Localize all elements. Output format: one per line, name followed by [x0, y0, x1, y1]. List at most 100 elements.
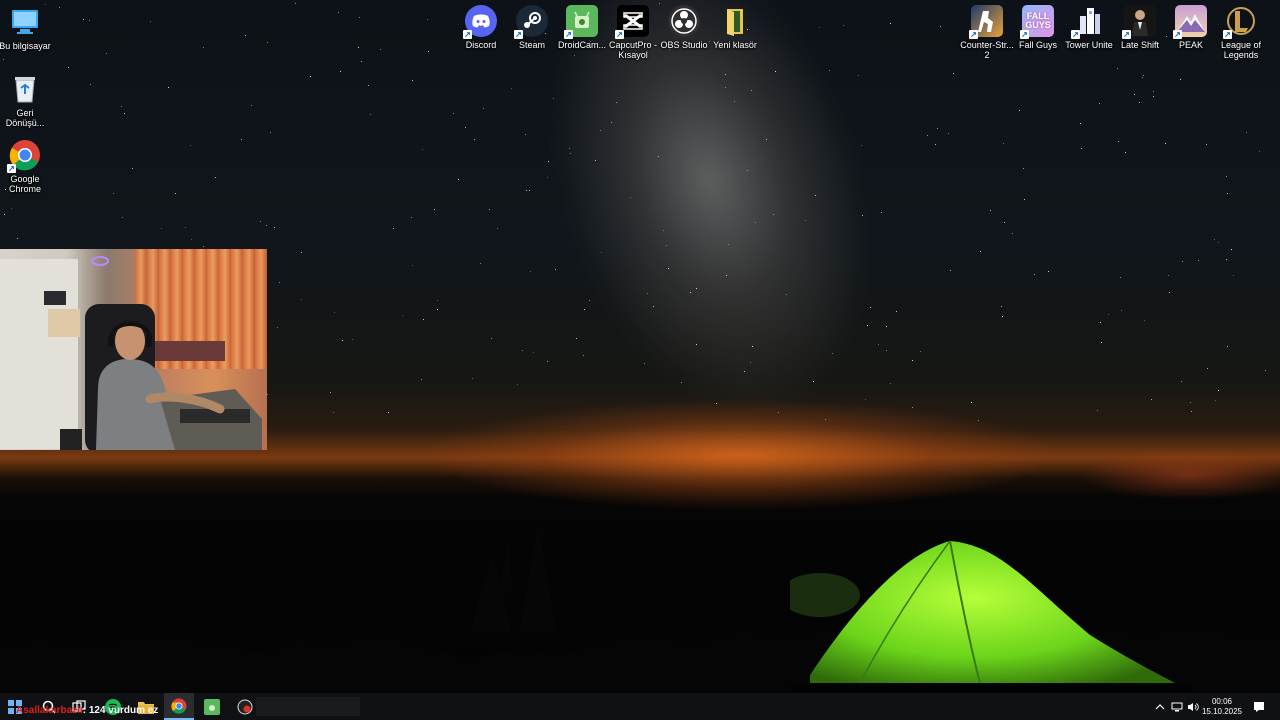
capcut-icon: ↗ — [615, 5, 649, 39]
clock[interactable]: 00:06 15.10.2025 — [1201, 693, 1243, 720]
star — [380, 49, 381, 50]
desktop-icon-label: CapcutPro - Kısayol — [608, 40, 658, 60]
star — [1099, 103, 1100, 104]
star — [1246, 132, 1247, 133]
star — [1215, 400, 1216, 401]
star — [4, 214, 5, 215]
desktop-icon-label: Steam — [518, 40, 545, 50]
folder-icon — [719, 5, 751, 37]
notifications-button[interactable] — [1248, 693, 1270, 720]
desktop-icon-label: Discord — [465, 40, 497, 50]
google-chrome-icon: ↗ — [7, 139, 41, 173]
shortcut-arrow-icon: ↗ — [1020, 30, 1029, 39]
star — [819, 27, 820, 28]
star — [368, 85, 369, 86]
star — [1168, 275, 1169, 276]
star — [725, 74, 726, 75]
taskbar-blank-window[interactable] — [256, 697, 360, 716]
milky-way — [493, 0, 927, 455]
star — [937, 128, 938, 129]
desktop-icon-obs-studio[interactable]: OBS Studio — [657, 5, 711, 50]
shortcut-arrow-icon: ↗ — [564, 30, 573, 39]
star — [45, 4, 46, 5]
desktop-icon-league-of-legends[interactable]: ↗ League of Legends — [1214, 5, 1268, 60]
star — [434, 209, 435, 210]
desktop-icon-steam[interactable]: ↗ Steam — [505, 5, 559, 50]
desktop-icon-this-pc[interactable]: Bu bilgisayar — [0, 6, 52, 51]
star — [427, 19, 428, 20]
tent — [790, 540, 1190, 693]
star — [185, 227, 186, 228]
star — [1004, 222, 1005, 223]
star — [333, 412, 334, 413]
star — [886, 350, 887, 351]
star — [270, 132, 271, 133]
star — [1180, 79, 1181, 80]
star — [1097, 410, 1098, 411]
star — [611, 122, 612, 123]
shortcut-arrow-icon: ↗ — [7, 164, 16, 173]
star — [251, 105, 252, 106]
desktop-icon-counter-strike[interactable]: ↗ Counter-Str... 2 — [960, 5, 1014, 60]
star — [241, 139, 242, 140]
desktop-icon-discord[interactable]: ↗ Discord — [454, 5, 508, 50]
desktop-icon-google-chrome[interactable]: ↗ Google Chrome — [0, 139, 52, 194]
desktop-icon-droidcam[interactable]: ↗ DroidCam... — [555, 5, 609, 50]
star — [83, 19, 84, 20]
star — [11, 208, 12, 209]
star — [1165, 143, 1166, 144]
star — [330, 392, 331, 393]
star — [600, 130, 601, 131]
taskbar-chrome[interactable] — [164, 693, 194, 720]
star — [583, 355, 584, 356]
star — [570, 153, 571, 154]
desktop-icon-tower-unite[interactable]: ↗ Tower Unite — [1062, 5, 1116, 50]
star — [1024, 199, 1025, 200]
obs-studio-icon — [668, 5, 700, 37]
star — [190, 145, 191, 146]
star — [832, 353, 833, 354]
network-button[interactable] — [1169, 693, 1185, 720]
star — [215, 177, 216, 178]
desktop-icon-recycle-bin[interactable]: Geri Dönüşü... — [0, 73, 52, 128]
star — [1121, 310, 1122, 311]
star — [896, 311, 897, 312]
star — [1198, 260, 1199, 261]
show-hidden-icons-button[interactable] — [1152, 693, 1168, 720]
desktop-icon-label: Fall Guys — [1018, 40, 1057, 50]
star — [658, 156, 659, 157]
taskbar-droidcam[interactable] — [197, 693, 227, 720]
desktop-icon-capcut[interactable]: ↗ CapcutPro - Kısayol — [606, 5, 660, 60]
star — [1207, 368, 1208, 369]
star — [522, 350, 523, 351]
star — [1034, 274, 1035, 275]
star — [1151, 399, 1152, 400]
volume-button[interactable] — [1185, 693, 1201, 720]
star — [647, 293, 648, 294]
desktop-icon-peak[interactable]: ↗ PEAK — [1164, 5, 1218, 50]
star — [659, 3, 660, 4]
star — [1227, 193, 1228, 194]
desktop-icon-fall-guys[interactable]: FALL GUYS ↗ Fall Guys — [1011, 5, 1065, 50]
star — [412, 80, 413, 81]
counter-strike-icon: ↗ — [969, 5, 1003, 39]
droidcam-icon: ↗ — [564, 5, 598, 39]
star — [1101, 342, 1102, 343]
stream-chat-overlay: Asallakarbazlı: 124 vurdum ez — [16, 705, 158, 716]
star — [533, 352, 534, 353]
desktop-icon-late-shift[interactable]: ↗ Late Shift — [1113, 5, 1167, 50]
star — [1181, 381, 1182, 382]
desktop-icon-new-folder[interactable]: Yeni klasör — [708, 5, 762, 50]
star — [576, 338, 577, 339]
desktop-icon-label: Bu bilgisayar — [0, 41, 51, 51]
star — [191, 239, 192, 240]
star — [342, 340, 343, 341]
shortcut-arrow-icon: ↗ — [1071, 30, 1080, 39]
star — [423, 319, 424, 320]
star — [1139, 102, 1140, 103]
star — [584, 309, 585, 310]
chrome-icon — [171, 698, 187, 714]
steam-icon: ↗ — [514, 5, 548, 39]
webcam-scene — [44, 256, 262, 450]
star — [1231, 249, 1232, 250]
